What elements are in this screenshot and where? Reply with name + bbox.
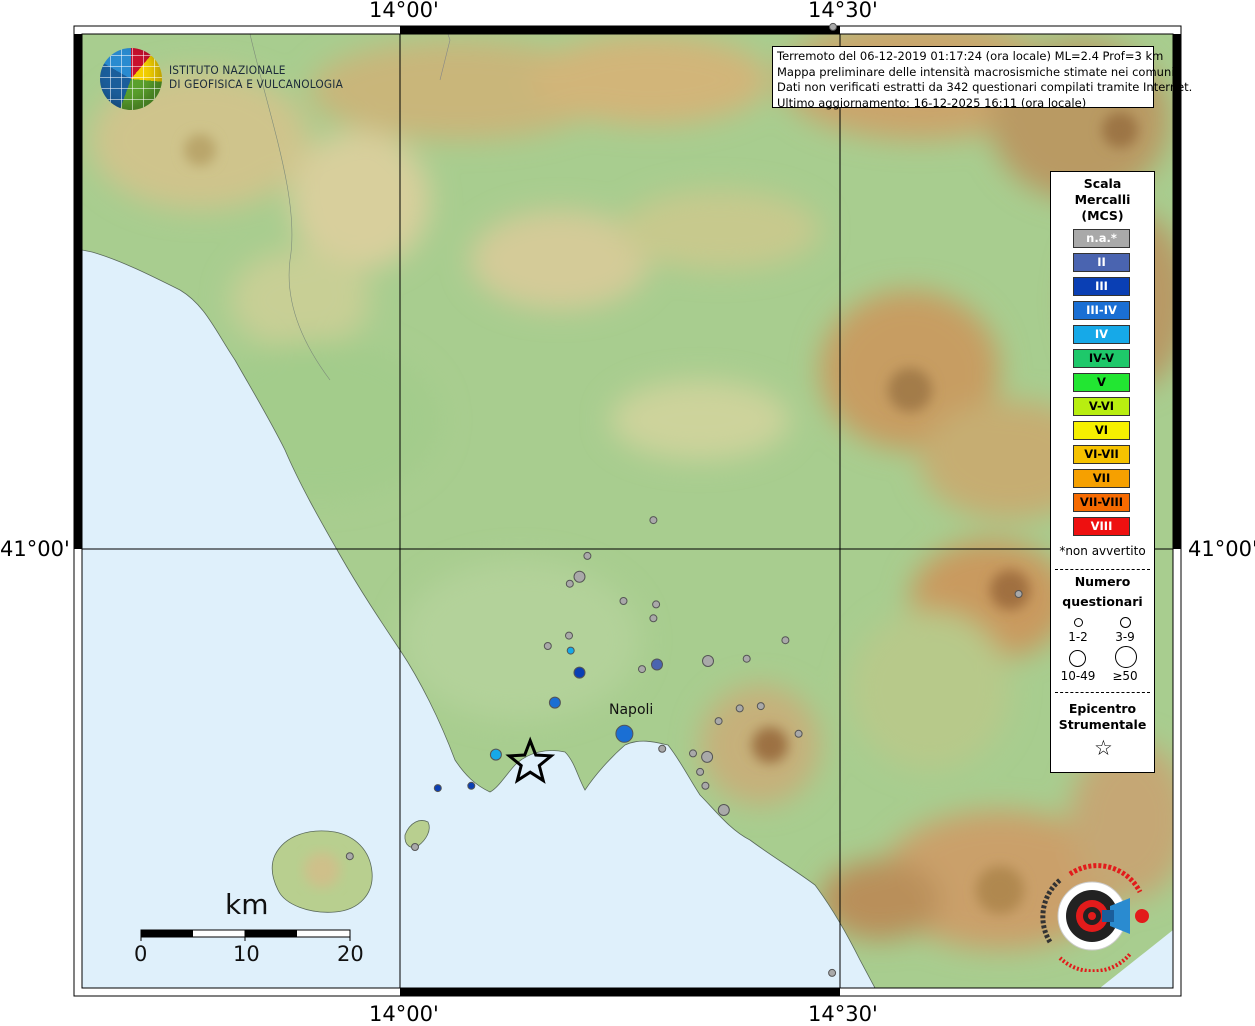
observation-point [696,767,705,776]
scale-tick-10: 10 [233,942,260,966]
observation-point [651,658,663,671]
observation-point [781,636,790,645]
observation-point [1014,590,1023,598]
scale-tick-0: 0 [134,942,148,966]
count-title-1: Numero [1074,574,1131,589]
observation-point [828,968,837,977]
observation-point [565,579,574,588]
legend-swatch-v-vi: V-VI [1073,397,1130,416]
legend-swatch-viii: VIII [1073,517,1130,536]
legend: Scala Mercalli (MCS) n.a.* II III III-IV IV I… [1050,171,1155,773]
observation-point [717,804,730,816]
observation-point [573,570,586,583]
observation-point [649,516,658,525]
lon-label-bottom-left: 14°00' [369,1002,439,1026]
legend-swatch-iii: III [1073,277,1130,296]
observation-point [548,696,561,709]
observation-point [735,704,744,713]
observation-point [566,646,575,655]
epicenter-star-icon: ☆ [1094,736,1113,760]
legend-divider [1055,692,1150,693]
count-label-3-9: 3-9 [1115,630,1135,644]
legend-swatch-vii: VII [1073,469,1130,488]
observation-point [433,784,442,793]
legend-swatch-iv: IV [1073,325,1130,344]
observation-point [756,702,765,711]
legend-swatch-v: V [1073,373,1130,392]
observation-point [543,642,552,650]
haisentito-logo-icon [1040,863,1149,972]
observation-point [467,781,476,790]
observation-point [742,654,751,663]
legend-swatch-iv-v: IV-V [1073,349,1130,368]
observation-point [583,551,592,560]
legend-swatch-vi-vii: VI-VII [1073,445,1130,464]
observation-point [702,655,714,667]
observation-point [619,597,628,605]
observation-point [638,665,646,674]
lat-label-left: 41°00' [0,537,70,561]
observation-point [573,666,586,679]
legend-swatch-na: n.a.* [1073,229,1130,248]
observation-point [615,724,634,743]
lat-label-right: 41°00' [1188,537,1255,561]
data-note: Dati non verificati estratti da 342 ques… [777,80,1193,95]
observation-point [411,843,419,851]
count-symbol-1-2 [1074,618,1083,627]
epicenter-title-1: Epicentro [1068,701,1137,716]
observation-point [714,717,723,726]
institute-name: ISTITUTO NAZIONALE DI GEOFISICA E VULCAN… [169,63,344,91]
legend-title: Scala Mercalli (MCS) [1074,176,1131,223]
lon-label-bottom-right: 14°30' [808,1002,878,1026]
observation-point [829,22,837,31]
count-symbol-3-9 [1120,617,1131,628]
observation-point [565,631,573,640]
count-label-1-2: 1-2 [1068,630,1088,644]
legend-swatch-vii-viii: VII-VIII [1073,493,1130,512]
map-description: Mappa preliminare delle intensità macros… [777,64,1175,79]
event-info-box: Terremoto del 06-12-2019 01:17:24 (ora l… [772,46,1193,110]
legend-swatch-ii: II [1073,253,1130,272]
observation-point [794,729,803,738]
observation-point [689,749,697,758]
legend-divider [1055,569,1150,570]
lon-label-top-left: 14°00' [369,0,439,22]
legend-swatch-iii-iv: III-IV [1073,301,1130,320]
last-update: Ultimo aggiornamento: 16-12-2025 16:11 (… [777,95,1087,110]
not-felt-note: *non avvertito [1059,544,1146,558]
epicenter-title-2: Strumentale [1058,717,1147,732]
count-title-2: questionari [1062,594,1143,609]
lon-label-top-right: 14°30' [808,0,878,22]
count-symbol-50-plus [1115,646,1137,668]
observation-point [658,744,667,753]
count-symbol-10-49 [1069,650,1086,667]
ingv-globe-icon [100,48,162,110]
event-header: Terremoto del 06-12-2019 01:17:24 (ora l… [777,49,1164,63]
observation-point [701,781,710,790]
count-label-50-plus: ≥50 [1112,669,1138,683]
observation-point [489,748,502,761]
observation-point [345,852,354,861]
observation-point [649,614,658,623]
observation-point [701,750,714,763]
legend-swatch-vi: VI [1073,421,1130,440]
observation-point [652,600,661,609]
scale-tick-20: 20 [337,942,364,966]
scale-unit: km [225,888,269,921]
count-label-10-49: 10-49 [1060,669,1096,683]
city-label-napoli: Napoli [609,702,654,718]
